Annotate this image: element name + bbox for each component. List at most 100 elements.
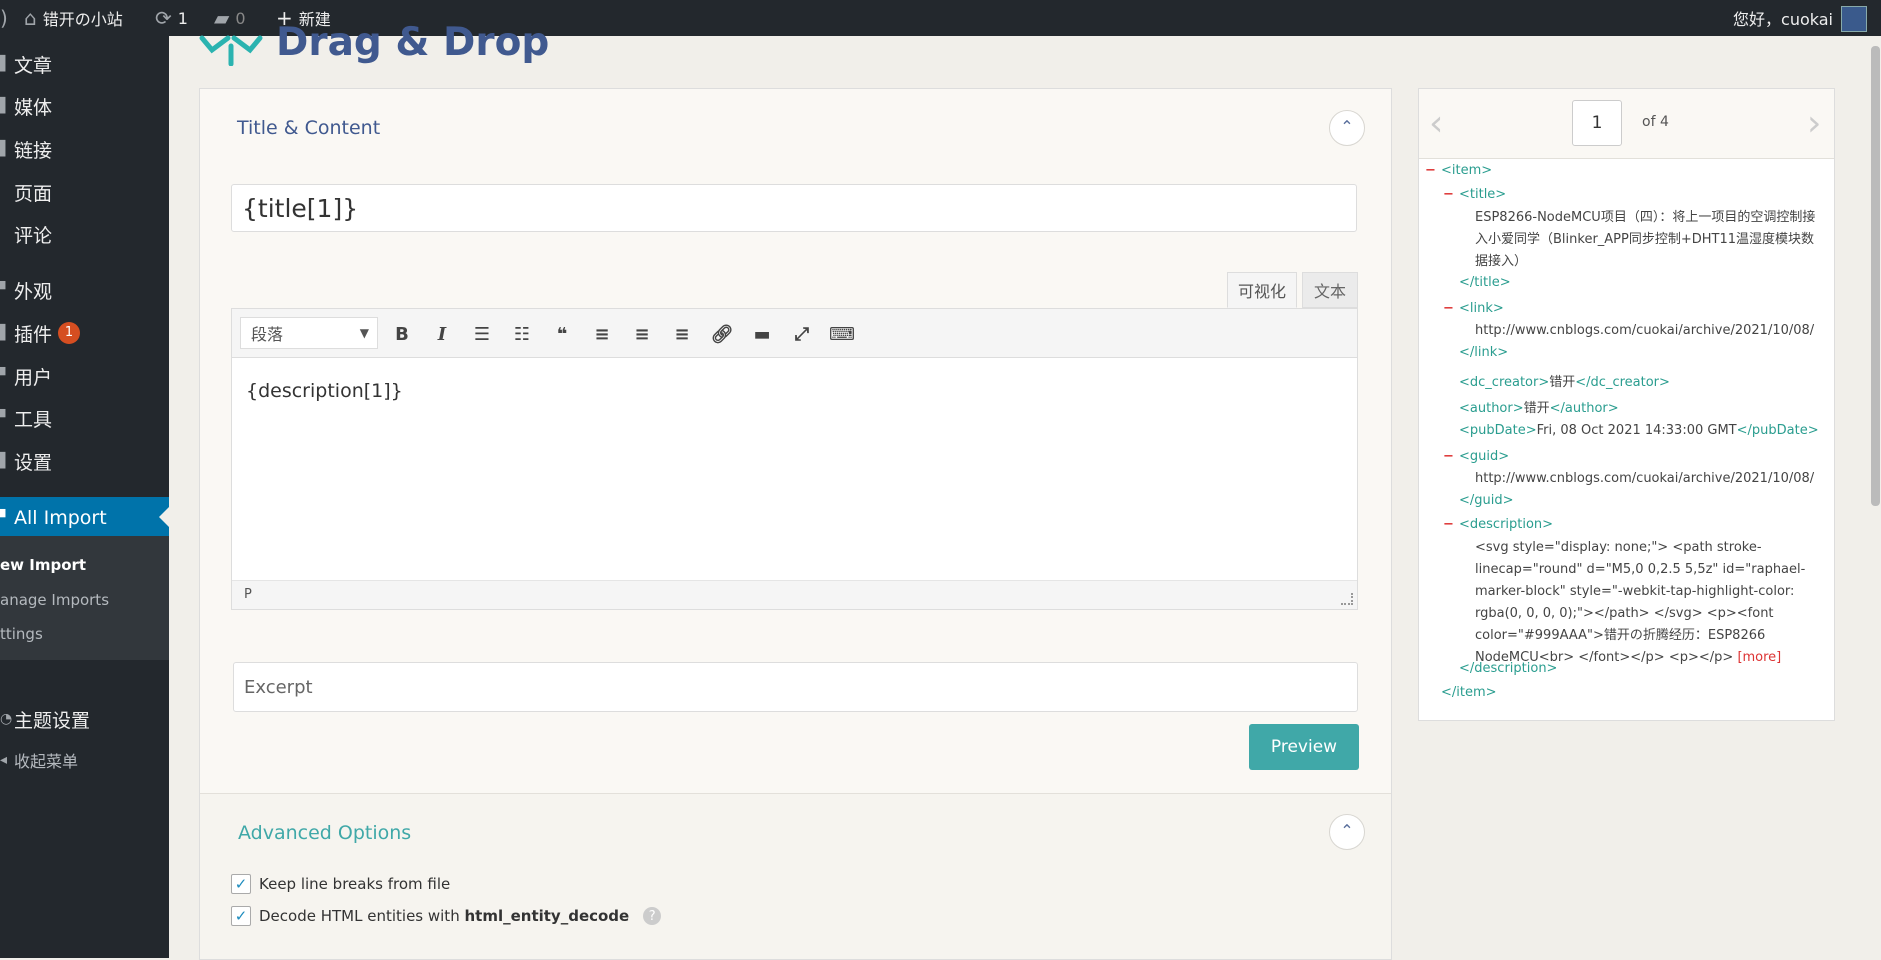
avatar[interactable] [1841,6,1867,32]
xml-pubdate-row[interactable]: <pubDate>Fri, 08 Oct 2021 14:33:00 GMT</… [1459,423,1819,438]
numbered-list-icon: ☷ [513,323,531,345]
link-icon: 🔗︎ [710,323,734,345]
bold-button[interactable]: B [387,319,417,349]
element-path[interactable]: P [244,587,252,602]
xml-tag-description-open[interactable]: <description> [1459,517,1553,532]
fullscreen-button[interactable]: ⤢ [787,319,817,349]
blockquote-icon: ❝ [556,323,568,345]
next-record-icon[interactable]: › [1807,103,1821,144]
align-center-button[interactable]: ≡ [627,319,657,349]
account-link[interactable]: 您好，cuokai [1733,0,1833,36]
wp-logo-fragment[interactable]: ) [0,0,8,36]
content-editor[interactable]: {description[1]} P [231,358,1358,610]
more-link[interactable]: [more] [1737,650,1781,665]
collapse-advanced-button[interactable]: ⌃ [1329,814,1365,850]
collapse-node-icon[interactable]: − [1443,449,1454,464]
keep-line-breaks-checkbox[interactable]: ✓ [231,874,251,894]
scroll-thumb[interactable] [1871,46,1880,506]
bullet-list-button[interactable]: ☰ [467,319,497,349]
menu-media[interactable]: ▌ 媒体 [0,86,169,126]
xml-tag-author-open: <author> [1459,401,1524,416]
menu-label: 收起菜单 [14,752,79,771]
xml-tag-link-open[interactable]: <link> [1459,301,1504,316]
advanced-options-heading[interactable]: Advanced Options [238,822,411,844]
media-icon: ▌ [0,98,11,114]
title-input[interactable]: {title[1]} [231,184,1357,232]
menu-tools[interactable]: ▘ 工具 [0,398,169,438]
align-right-button[interactable]: ≡ [667,319,697,349]
collapse-node-icon[interactable]: − [1443,301,1454,316]
excerpt-input[interactable]: Excerpt [233,662,1358,712]
record-navigation: ‹ 1 of 4 › [1419,89,1834,159]
drag-drop-logo-icon [199,35,263,66]
tab-text[interactable]: 文本 [1302,272,1358,308]
submenu-new-import[interactable]: ew Import [0,556,86,574]
collapse-node-icon[interactable]: − [1443,187,1454,202]
menu-theme-settings[interactable]: ◔ 主题设置 [0,699,169,739]
menu-label: 外观 [14,280,53,303]
site-name-link[interactable]: ⌂ 错开の小站 [24,0,123,36]
menu-label: 用户 [14,366,53,389]
menu-comments[interactable]: 评论 [0,214,169,254]
updates-link[interactable]: ⟳ 1 [155,0,188,36]
menu-appearance[interactable]: ▘ 外观 [0,270,169,310]
link-button[interactable]: 🔗︎ [707,319,737,349]
record-number-input[interactable]: 1 [1572,100,1622,146]
menu-label: 工具 [14,408,53,431]
menu-label: 主题设置 [14,709,91,732]
preview-button[interactable]: Preview [1249,724,1359,770]
collapse-node-icon[interactable]: − [1443,517,1454,532]
menu-label: 文章 [14,54,53,77]
resize-handle-icon[interactable] [1341,593,1353,605]
menu-posts[interactable]: ▌ 文章 [0,44,169,84]
collapse-title-content-button[interactable]: ⌃ [1329,110,1365,146]
decode-entities-option[interactable]: ✓ Decode HTML entities with html_entity_… [231,906,662,926]
greeting: 您好，cuokai [1733,10,1833,29]
numbered-list-button[interactable]: ☷ [507,319,537,349]
tab-visual[interactable]: 可视化 [1227,272,1297,308]
editor-content[interactable]: {description[1]} [246,380,403,402]
site-name: 错开の小站 [42,10,123,29]
xml-tag-author-close: </author> [1549,401,1619,416]
chevron-up-icon: ⌃ [1340,117,1354,136]
record-total: of 4 [1642,114,1669,130]
menu-plugins[interactable]: ▌ 插件 1 [0,313,169,353]
xml-tag-pubdate-open: <pubDate> [1459,423,1537,438]
blockquote-button[interactable]: ❝ [547,319,577,349]
editor-toolbar: 段落 ▼ B I ☰ ☷ ❝ ≡ ≡ ≡ 🔗︎ ▬ ⤢ ⌨ [231,308,1358,358]
menu-all-import[interactable]: ▘ All Import [0,497,169,539]
menu-links[interactable]: ▌ 链接 [0,129,169,169]
xml-tag-pubdate-close: </pubDate> [1736,423,1819,438]
align-left-button[interactable]: ≡ [587,319,617,349]
help-icon[interactable]: ? [643,907,662,925]
menu-pages[interactable]: 页面 [0,172,169,212]
users-icon: ▘ [0,368,11,384]
submenu-manage-imports[interactable]: anage Imports [0,591,109,609]
toolbar-toggle-button[interactable]: ⌨ [827,319,857,349]
decode-entities-checkbox[interactable]: ✓ [231,906,251,926]
title-content-heading[interactable]: Title & Content [237,117,380,139]
page-scrollbar[interactable] [1869,36,1881,958]
bullet-list-icon: ☰ [473,323,491,345]
xml-tag-item-open[interactable]: <item> [1441,163,1492,178]
menu-users[interactable]: ▘ 用户 [0,356,169,396]
xml-tag-title-open[interactable]: <title> [1459,187,1506,202]
home-icon: ⌂ [24,6,37,30]
menu-label: 链接 [14,139,53,162]
italic-button[interactable]: I [427,319,457,349]
xml-author-row[interactable]: <author>错开</author> [1459,397,1619,416]
xml-dc-creator-row[interactable]: <dc_creator>错开</dc_creator> [1459,371,1670,390]
format-select[interactable]: 段落 ▼ [240,317,378,349]
keep-line-breaks-option[interactable]: ✓ Keep line breaks from file [231,874,450,894]
menu-collapse[interactable]: ◂ 收起菜单 [0,740,169,780]
submenu-settings[interactable]: ttings [0,625,43,643]
xml-pubdate-text: Fri, 08 Oct 2021 14:33:00 GMT [1536,423,1737,438]
menu-settings[interactable]: ▌ 设置 [0,441,169,481]
previous-record-icon[interactable]: ‹ [1429,103,1443,144]
all-import-submenu: ew Import anage Imports ttings [0,536,169,660]
collapse-node-icon[interactable]: − [1425,163,1436,178]
xml-tag-item-close: </item> [1441,685,1497,700]
xml-tag-guid-open[interactable]: <guid> [1459,449,1509,464]
keyboard-icon: ⌨ [829,323,855,345]
read-more-button[interactable]: ▬ [747,319,777,349]
